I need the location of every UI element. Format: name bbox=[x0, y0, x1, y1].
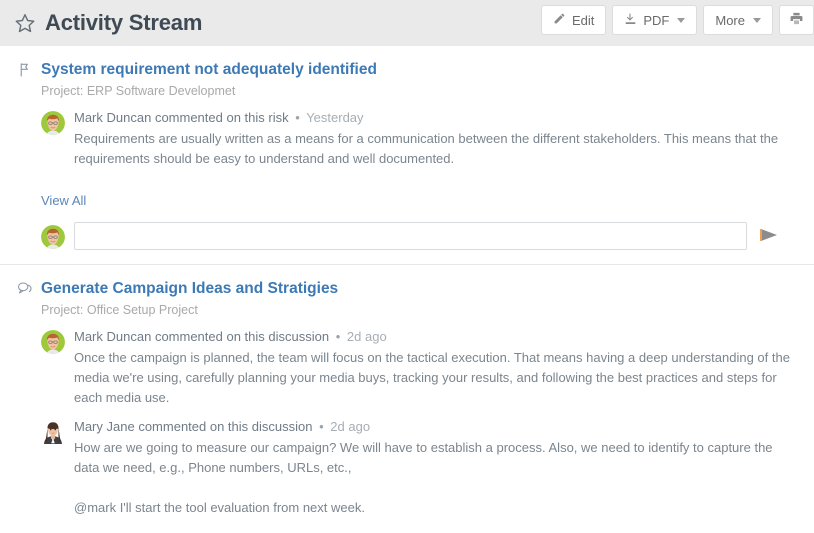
edit-button-label: Edit bbox=[571, 12, 595, 28]
more-button-label: More bbox=[715, 12, 745, 28]
comment-composer bbox=[41, 222, 798, 250]
chevron-down-icon bbox=[753, 17, 761, 23]
comment-timestamp: 2d ago bbox=[330, 419, 371, 434]
avatar bbox=[41, 328, 65, 408]
activity-project: Project: ERP Software Developmet bbox=[41, 84, 236, 98]
comment-meta: Mark Duncan commented on this discussion… bbox=[74, 328, 798, 346]
view-all-link[interactable]: View All bbox=[41, 193, 86, 208]
comment-timestamp: Yesterday bbox=[306, 110, 364, 125]
comment-item: Mark Duncan commented on this discussion… bbox=[41, 328, 798, 408]
comment-timestamp: 2d ago bbox=[346, 329, 387, 344]
activity-title[interactable]: Generate Campaign Ideas and Stratigies bbox=[41, 279, 338, 298]
meta-separator: • bbox=[319, 419, 324, 434]
activity-title[interactable]: System requirement not adequately identi… bbox=[41, 60, 377, 79]
comment-paragraph: @mark I'll start the tool evaluation fro… bbox=[74, 500, 365, 515]
meta-separator: • bbox=[295, 110, 300, 125]
activity-project: Project: Office Setup Project bbox=[41, 303, 198, 317]
download-icon bbox=[624, 12, 637, 29]
send-comment-button[interactable] bbox=[756, 225, 782, 247]
comment-input[interactable] bbox=[74, 222, 747, 250]
activity-item: Generate Campaign Ideas and Stratigies P… bbox=[0, 264, 814, 518]
comment-paragraph: Once the campaign is planned, the team w… bbox=[74, 350, 790, 405]
comment-body: Mark Duncan commented on this discussion… bbox=[74, 328, 798, 408]
comment-author: Mark Duncan bbox=[74, 329, 152, 344]
print-icon bbox=[789, 11, 804, 29]
pencil-icon bbox=[553, 12, 566, 28]
chevron-down-icon bbox=[677, 17, 686, 23]
comment-text: Requirements are usually written as a me… bbox=[74, 129, 798, 169]
pdf-button[interactable]: PDF bbox=[612, 5, 698, 35]
avatar bbox=[41, 418, 65, 518]
header-toolbar: Edit PDF More bbox=[540, 5, 814, 35]
star-outline-icon[interactable] bbox=[14, 12, 36, 34]
comment-paragraph: How are we going to measure our campaign… bbox=[74, 440, 773, 475]
comment-text: How are we going to measure our campaign… bbox=[74, 438, 798, 518]
discussion-bubble-icon bbox=[16, 279, 33, 295]
comment-action: commented on this discussion bbox=[154, 329, 330, 344]
comment-body: Mary Jane commented on this discussion •… bbox=[74, 418, 798, 518]
meta-separator: • bbox=[335, 329, 341, 344]
comment-author: Mark Duncan bbox=[74, 110, 152, 125]
comment-item: Mark Duncan commented on this risk • Yes… bbox=[41, 109, 798, 169]
pdf-button-label: PDF bbox=[643, 12, 670, 28]
comment-action: commented on this risk bbox=[154, 110, 289, 125]
avatar bbox=[41, 109, 65, 169]
print-button[interactable] bbox=[779, 5, 814, 35]
avatar bbox=[41, 223, 65, 249]
more-button[interactable]: More bbox=[703, 5, 773, 35]
comment-action: commented on this discussion bbox=[138, 419, 313, 434]
comment-item: Mary Jane commented on this discussion •… bbox=[41, 418, 798, 518]
page-title: Activity Stream bbox=[45, 10, 203, 35]
activity-item: System requirement not adequately identi… bbox=[0, 46, 814, 250]
comment-text: Once the campaign is planned, the team w… bbox=[74, 348, 798, 408]
send-arrow-icon bbox=[759, 227, 779, 246]
comment-author: Mary Jane bbox=[74, 419, 135, 434]
comment-list: Mark Duncan commented on this risk • Yes… bbox=[41, 109, 798, 169]
comment-list: Mark Duncan commented on this discussion… bbox=[41, 328, 798, 518]
comment-body: Mark Duncan commented on this risk • Yes… bbox=[74, 109, 798, 169]
page-title-group: Activity Stream bbox=[14, 10, 202, 36]
edit-button[interactable]: Edit bbox=[540, 5, 607, 35]
comment-meta: Mark Duncan commented on this risk • Yes… bbox=[74, 109, 798, 127]
activity-header: Generate Campaign Ideas and Stratigies bbox=[16, 279, 798, 298]
page-header: Activity Stream Edit PDF More bbox=[0, 0, 814, 46]
comment-meta: Mary Jane commented on this discussion •… bbox=[74, 418, 798, 436]
activity-header: System requirement not adequately identi… bbox=[16, 60, 798, 79]
flag-risk-icon bbox=[16, 60, 33, 77]
comment-paragraph: Requirements are usually written as a me… bbox=[74, 131, 779, 166]
activity-stream: System requirement not adequately identi… bbox=[0, 46, 814, 518]
